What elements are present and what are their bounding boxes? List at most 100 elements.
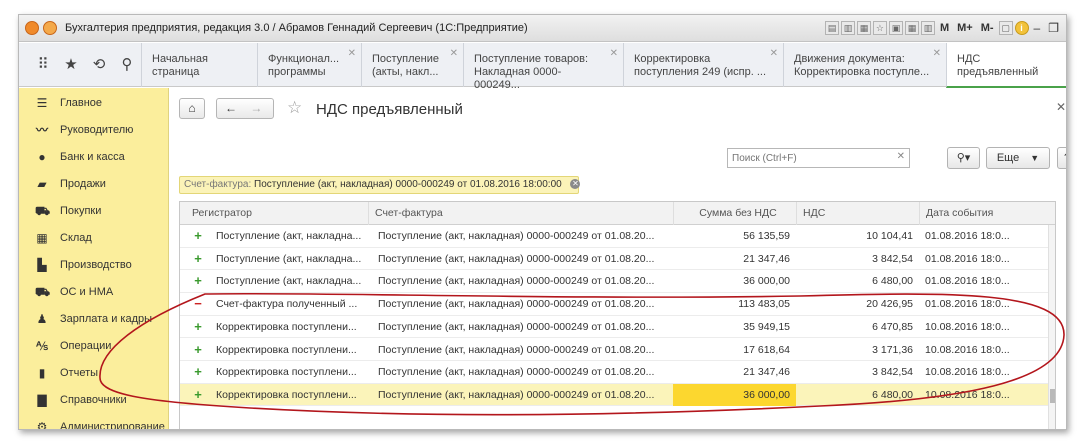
truck-icon: ⛟ [35, 285, 51, 299]
tab-label: Начальная страница [152, 53, 208, 78]
tab-home[interactable]: Начальная страница [141, 43, 257, 87]
sidebar-item-purchases[interactable]: ⛟ Покупки [19, 199, 169, 225]
sidebar-item-administration[interactable]: ⚙ Администрирование [19, 415, 169, 430]
close-icon[interactable]: ✕ [610, 47, 618, 60]
gear-icon: ⚙ [36, 420, 48, 430]
cell-event-date: 10.08.2016 18:0... [925, 366, 1010, 379]
sidebar-item-label: Продажи [60, 178, 106, 190]
memory-button[interactable]: M [937, 22, 952, 34]
panel-icon[interactable]: ▢ [998, 21, 1013, 35]
tab-document-movements[interactable]: Движения документа: Корректировка поступ… [783, 43, 946, 87]
tab-goods-receipt[interactable]: Поступление товаров: Накладная 0000-0002… [463, 43, 623, 91]
favorites-icon[interactable]: ☆ [872, 21, 887, 35]
memory-minus-button[interactable]: M- [978, 22, 997, 34]
tab-functionality[interactable]: Функционал... программы ✕ [257, 43, 361, 87]
sidebar-item-fixed-assets[interactable]: ⛟ ОС и НМА [19, 280, 169, 306]
column-registrar[interactable]: Регистратор [180, 202, 368, 225]
close-form-icon[interactable]: ✕ [1056, 100, 1066, 114]
scroll-thumb[interactable] [1050, 389, 1055, 403]
cell-sum-without-vat: 21 347,46 [743, 252, 790, 265]
operations-icon: ⅍ [36, 339, 48, 353]
app-logo-icon[interactable] [25, 21, 39, 35]
more-label: Еще [996, 152, 1020, 164]
more-button[interactable]: Еще ▼ [986, 147, 1050, 169]
table-row[interactable]: + Корректировка поступлени... Поступление … [180, 316, 1050, 339]
search-icon[interactable]: ⚲ [113, 50, 141, 80]
records-table: Регистратор Счет-фактура Сумма без НДС Н… [179, 201, 1056, 429]
sidebar-item-main[interactable]: ☰ Главное [19, 91, 169, 117]
table-row[interactable]: + Корректировка поступлени... Поступление … [180, 339, 1050, 361]
table-row[interactable]: + Поступление (акт, накладна... Поступлени… [180, 225, 1050, 248]
back-arrow-icon[interactable]: ← [225, 101, 237, 115]
home-button[interactable]: ⌂ [179, 98, 205, 119]
search-input[interactable] [728, 149, 893, 167]
search-options-button[interactable]: ⚲▾ [947, 147, 980, 169]
quick-tools: ⠿ ★ ⟲ ⚲ [19, 43, 141, 87]
sidebar-item-label: Склад [60, 232, 92, 244]
save-icon[interactable]: ▤ [824, 21, 839, 35]
sidebar-item-production[interactable]: ▙ Производство [19, 253, 169, 279]
star-icon[interactable]: ★ [57, 50, 85, 80]
sidebar-item-references[interactable]: ▇ Справочники [19, 388, 169, 414]
cell-invoice: Поступление (акт, накладная) 0000-000249… [378, 343, 655, 356]
history-clock-icon[interactable]: ⟲ [85, 50, 113, 80]
tab-vat-presented[interactable]: НДС предъявленный [946, 43, 1066, 88]
column-vat[interactable]: НДС [796, 202, 919, 225]
table-row[interactable]: − Счет-фактура полученный ... Поступление … [180, 293, 1050, 316]
tab-label: Функционал... программы [268, 53, 340, 78]
restore-icon[interactable]: ❐ [1045, 21, 1062, 35]
page-title: НДС предъявленный [316, 101, 463, 118]
table-row[interactable]: + Поступление (акт, накладна... Поступлени… [180, 270, 1050, 293]
minimize-icon[interactable]: – [1031, 21, 1044, 35]
plus-icon: + [194, 318, 202, 334]
sidebar-item-label: Главное [60, 97, 103, 109]
chevron-down-icon: ▼ [1030, 153, 1040, 163]
main-menu-icon[interactable] [43, 21, 57, 35]
column-event-date[interactable]: Дата события [919, 202, 1055, 225]
column-invoice[interactable]: Счет-фактура [368, 202, 673, 225]
calendar-icon[interactable]: ▦ [904, 21, 919, 35]
sidebar-item-payroll[interactable]: ♟ Зарплата и кадры [19, 307, 169, 333]
tab-receipts[interactable]: Поступление (акты, накл... ✕ [361, 43, 463, 87]
cell-sum-without-vat: 35 949,15 [743, 320, 790, 333]
grid-menu-icon[interactable]: ⠿ [29, 50, 57, 80]
sidebar-item-label: Отчеты [60, 367, 99, 379]
sidebar-item-reports[interactable]: ▮ Отчеты [19, 361, 169, 387]
clear-search-icon[interactable]: ✕ [897, 151, 905, 162]
sidebar-item-label: Руководителю [60, 124, 134, 136]
sidebar-item-warehouse[interactable]: ▦ Склад [19, 226, 169, 252]
table-row[interactable]: + Поступление (акт, накладна... Поступлени… [180, 248, 1050, 271]
column-sum-without-vat[interactable]: Сумма без НДС [673, 202, 796, 225]
trend-icon: 〰 [35, 123, 48, 137]
calculator-icon[interactable]: ▥ [920, 21, 935, 35]
cell-event-date: 10.08.2016 18:0... [925, 388, 1010, 401]
close-icon[interactable]: ✕ [348, 47, 356, 60]
sidebar-item-label: Покупки [60, 205, 102, 217]
history-nav: ← → [216, 98, 274, 119]
sidebar-item-bank[interactable]: ● Банк и касса [19, 145, 169, 171]
memory-plus-button[interactable]: M+ [954, 22, 976, 34]
sidebar-item-operations[interactable]: ⅍ Операции [19, 334, 169, 360]
tab-receipt-correction[interactable]: Корректировка поступления 249 (испр. ...… [623, 43, 783, 87]
close-icon[interactable]: ✕ [933, 47, 941, 60]
cell-registrar: Корректировка поступлени... [216, 343, 357, 356]
cell-vat: 3 842,54 [872, 252, 913, 265]
table-row[interactable]: + Корректировка поступлени... Поступление … [180, 361, 1050, 384]
history-icon[interactable]: ▣ [888, 21, 903, 35]
forward-arrow-icon[interactable]: → [250, 101, 262, 115]
info-icon[interactable]: i [1014, 21, 1029, 35]
print-icon[interactable]: ▥ [840, 21, 855, 35]
preview-icon[interactable]: ▦ [856, 21, 871, 35]
help-button[interactable]: ? [1057, 147, 1066, 169]
close-icon[interactable]: ✕ [770, 47, 778, 60]
clear-filter-icon[interactable]: ✕ [570, 179, 581, 190]
filter-value: Поступление (акт, накладная) 0000-000249… [254, 179, 562, 190]
sidebar-item-sales[interactable]: ▰ Продажи [19, 172, 169, 198]
sidebar-item-management[interactable]: 〰 Руководителю [19, 118, 169, 144]
table-row[interactable]: + Корректировка поступлени... Поступление … [180, 383, 1050, 407]
cell-sum-without-vat: 21 347,46 [743, 366, 790, 379]
cell-event-date: 10.08.2016 18:0... [925, 320, 1010, 333]
scrollbar[interactable] [1048, 225, 1055, 429]
close-icon[interactable]: ✕ [450, 47, 458, 60]
favorite-star-icon[interactable]: ☆ [287, 98, 302, 118]
